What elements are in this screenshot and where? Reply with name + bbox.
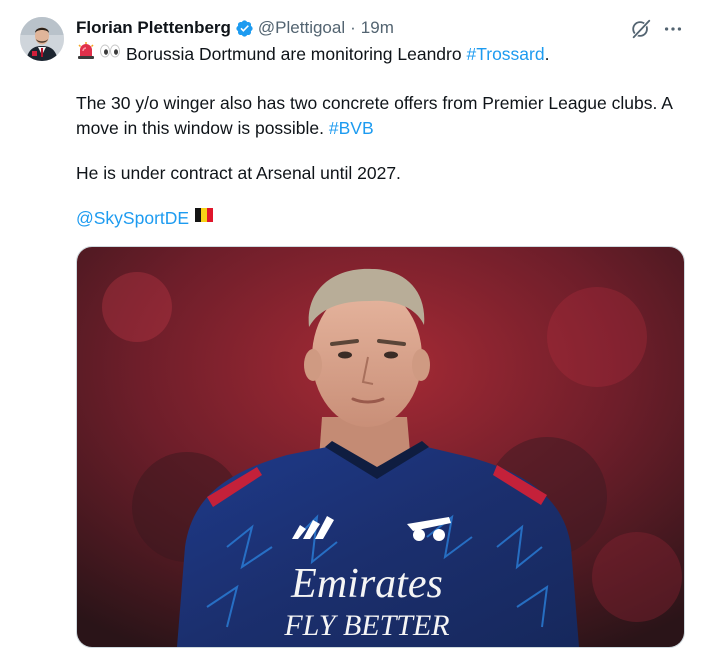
tweet-paragraph-2: The 30 y/o winger also has two concrete … <box>76 91 696 141</box>
separator-dot: · <box>350 18 356 37</box>
eyes-emoji <box>99 41 121 68</box>
hashtag-trossard[interactable]: #Trossard <box>466 42 544 67</box>
tweet-header: Florian Plettenberg @Plettigoal · 19m <box>76 17 394 39</box>
tweet-line-1: Borussia Dortmund are monitoring Leandro… <box>76 41 696 68</box>
timestamp[interactable]: 19m <box>361 18 394 38</box>
siren-emoji <box>76 41 96 68</box>
avatar-image <box>20 17 64 61</box>
sponsor-text-emirates: Emirates <box>290 561 443 607</box>
avatar[interactable] <box>20 17 64 61</box>
author-handle[interactable]: @Plettigoal <box>258 18 345 38</box>
more-icon <box>664 27 682 31</box>
more-button[interactable] <box>662 18 684 40</box>
tweet-media-image[interactable]: Emirates FLY BETTER <box>76 246 685 648</box>
tweet-mention-line: @SkySportDE <box>76 206 696 231</box>
tweet-text: Borussia Dortmund are monitoring Leandro… <box>76 41 696 231</box>
tweet-paragraph-3: He is under contract at Arsenal until 20… <box>76 163 401 183</box>
player-photo: Emirates FLY BETTER <box>77 247 684 647</box>
tweet-line-1-text: Borussia Dortmund are monitoring Leandro <box>126 44 467 64</box>
grok-icon <box>632 19 651 39</box>
sponsor-text-fly-better: FLY BETTER <box>283 609 449 642</box>
mention-skysportde[interactable]: @SkySportDE <box>76 206 189 231</box>
hashtag-bvb[interactable]: #BVB <box>329 118 374 138</box>
tweet-paragraph-2-text: The 30 y/o winger also has two concrete … <box>76 93 672 138</box>
belgium-flag-emoji <box>194 206 214 231</box>
verified-badge-icon <box>235 19 254 38</box>
tweet-line-1-end: . <box>544 44 550 64</box>
author-name[interactable]: Florian Plettenberg <box>76 18 231 38</box>
grok-button[interactable] <box>630 18 652 40</box>
